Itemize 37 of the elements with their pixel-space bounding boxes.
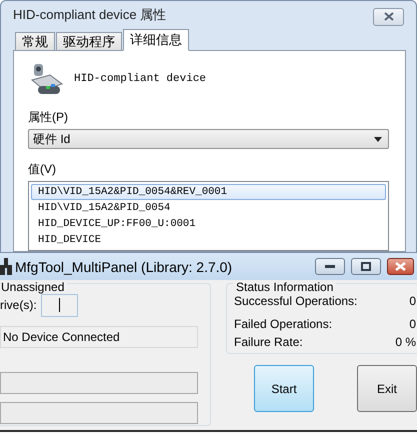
window-title: HID-compliant device 属性	[13, 6, 166, 24]
maximize-icon	[361, 262, 371, 271]
device-name: HID-compliant device	[74, 73, 206, 85]
list-item[interactable]: HID\VID_15A2&PID_0054&REV_0001	[31, 184, 386, 200]
close-button[interactable]	[387, 258, 414, 275]
devices-icon	[28, 62, 64, 96]
exit-button[interactable]: Exit	[357, 365, 417, 412]
list-item[interactable]: HID\VID_15A2&PID_0054	[31, 200, 386, 216]
drive-label: rive(s):	[0, 298, 37, 312]
group-title: Status Information	[233, 281, 336, 293]
list-item[interactable]: HID_DEVICE_UP:FF00_U:0001	[31, 216, 386, 232]
status-label: Failure Rate:	[234, 335, 303, 349]
property-label: 属性(P)	[28, 109, 69, 126]
status-label: Successful Operations:	[234, 294, 358, 308]
start-button[interactable]: Start	[254, 365, 314, 412]
tab[interactable]: 常规	[15, 32, 55, 51]
maximize-button[interactable]	[351, 258, 381, 275]
status-label: Failed Operations:	[234, 317, 332, 331]
drive-field[interactable]	[40, 294, 78, 316]
group-title: Unassigned	[1, 281, 68, 293]
list-item[interactable]: HID_DEVICE	[31, 232, 386, 248]
status-value: 0 %	[395, 335, 416, 349]
status-value: 0	[409, 294, 416, 308]
value-label: 值(V)	[28, 161, 57, 178]
minimize-button[interactable]	[315, 258, 345, 275]
close-button[interactable]	[373, 8, 404, 26]
tab[interactable]: 详细信息	[123, 29, 189, 51]
property-dropdown[interactable]: 硬件 Id	[28, 129, 389, 149]
status-value: 0	[409, 317, 416, 331]
dropdown-arrow-icon	[374, 136, 382, 142]
app-icon	[0, 258, 12, 275]
window-title: MfgTool_MultiPanel (Library: 2.7.0)	[15, 258, 234, 274]
close-icon	[395, 262, 406, 271]
device-status-field: No Device Connected	[0, 326, 198, 348]
minimize-icon	[325, 264, 335, 268]
tab[interactable]: 驱动程序	[56, 32, 122, 51]
close-icon	[382, 12, 394, 21]
